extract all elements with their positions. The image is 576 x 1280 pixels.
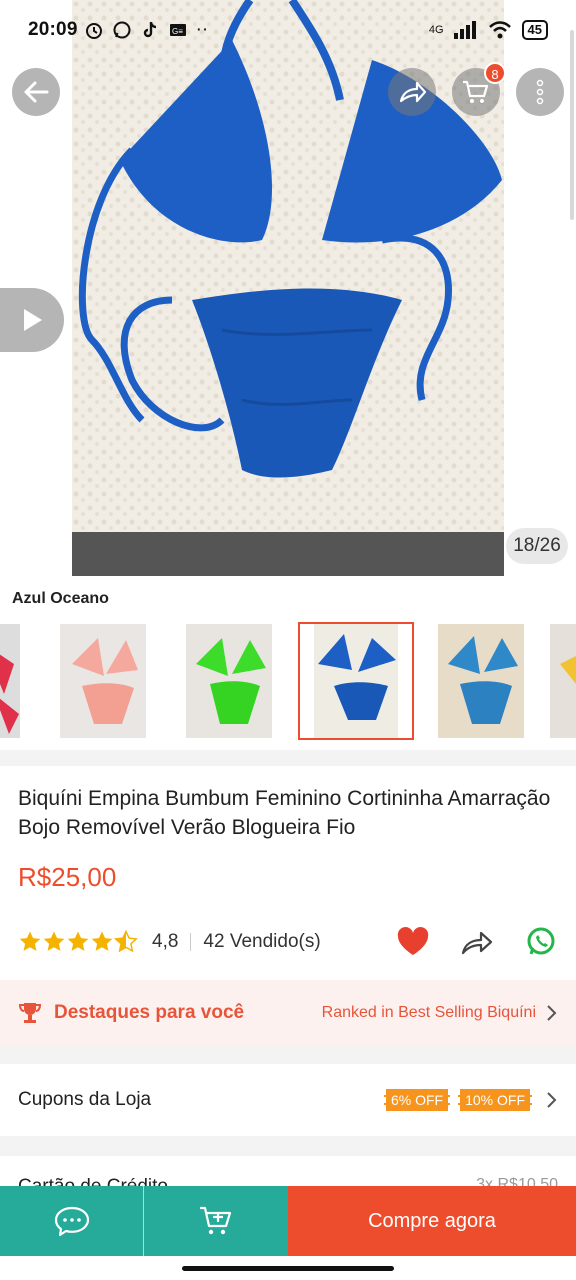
home-indicator <box>182 1266 394 1271</box>
rating-value: 4,8 <box>152 931 179 952</box>
chat-button[interactable] <box>0 1186 143 1256</box>
section-divider <box>0 1136 576 1156</box>
vertical-dots-icon <box>536 79 544 105</box>
share-button[interactable] <box>388 68 436 116</box>
chevron-right-icon <box>547 1005 557 1021</box>
sold-count: 42 Vendido(s) <box>203 931 321 952</box>
play-icon <box>24 309 42 331</box>
battery-indicator: 45 <box>521 20 548 40</box>
heart-icon[interactable] <box>396 927 430 957</box>
bottom-action-bar: Compre agora <box>0 1186 576 1256</box>
variation-thumb-yellow[interactable] <box>550 624 576 738</box>
coupon-badge: 10% OFF <box>458 1089 532 1111</box>
variation-label: Azul Oceano <box>12 590 109 607</box>
highlight-title: Destaques para você <box>54 1002 245 1023</box>
divider <box>190 933 192 951</box>
trophy-icon <box>18 1003 42 1023</box>
cart-button[interactable]: 8 <box>452 62 506 116</box>
buy-now-button[interactable]: Compre agora <box>288 1186 576 1256</box>
arrow-left-icon <box>24 81 49 103</box>
variation-thumbnails <box>0 620 576 742</box>
ranking-text: Ranked in Best Selling Biquíni <box>321 1004 536 1021</box>
share-icon[interactable] <box>460 927 494 957</box>
whatsapp-status-icon <box>113 21 131 39</box>
product-title: Biquíni Empina Bumbum Feminino Cortininh… <box>18 787 551 839</box>
product-image-gallery[interactable]: 20:09 G≡ ·· 4G 45 8 18/26 <box>0 0 576 576</box>
variation-thumb-light-blue[interactable] <box>438 624 524 738</box>
chevron-right-icon <box>547 1092 557 1108</box>
more-options-button[interactable] <box>516 68 564 116</box>
alarm-icon <box>85 23 102 39</box>
variation-thumb-pink[interactable] <box>60 624 146 738</box>
network-type: 4G <box>428 24 444 36</box>
variation-thumb-green[interactable] <box>186 624 272 738</box>
share-arrow-icon <box>399 81 427 103</box>
variation-thumb-black[interactable] <box>0 624 20 738</box>
status-bar: 20:09 G≡ ·· 4G 45 <box>0 0 576 60</box>
section-divider <box>0 1046 576 1064</box>
signal-icon <box>453 21 476 39</box>
add-to-cart-button[interactable] <box>143 1186 288 1256</box>
more-notifications-icon: ·· <box>195 19 209 40</box>
shopping-cart-icon <box>463 80 489 103</box>
coupons-label: Cupons da Loja <box>18 1089 152 1110</box>
variation-thumb-azul-oceano-selected[interactable] <box>298 622 414 740</box>
rating-stars <box>18 930 138 954</box>
coupon-badge: 6% OFF <box>383 1089 451 1111</box>
store-coupons-row[interactable]: Cupons da Loja 6% OFF 10% OFF <box>0 1064 576 1136</box>
back-button[interactable] <box>12 68 60 116</box>
rating-row: 4,8 42 Vendido(s) <box>18 924 558 960</box>
image-counter: 18/26 <box>506 528 568 564</box>
cart-count-badge: 8 <box>484 62 506 84</box>
star-rating-icon <box>19 930 138 952</box>
video-play-button[interactable] <box>0 288 64 352</box>
gmail-icon: G≡ <box>169 24 186 36</box>
svg-text:G≡: G≡ <box>172 27 183 36</box>
highlight-banner[interactable]: Destaques para você Ranked in Best Selli… <box>0 980 576 1046</box>
tiktok-icon <box>143 22 156 38</box>
status-time: 20:09 <box>28 19 78 40</box>
section-divider <box>0 750 576 766</box>
whatsapp-icon[interactable] <box>524 926 558 958</box>
product-price: R$25,00 <box>18 862 117 892</box>
chat-bubble-icon <box>54 1206 89 1237</box>
add-to-cart-icon <box>200 1206 232 1235</box>
wifi-icon <box>488 21 511 39</box>
product-photo <box>72 0 504 576</box>
product-page: { "status_bar": { "time": "20:09", "netw… <box>0 0 576 1280</box>
